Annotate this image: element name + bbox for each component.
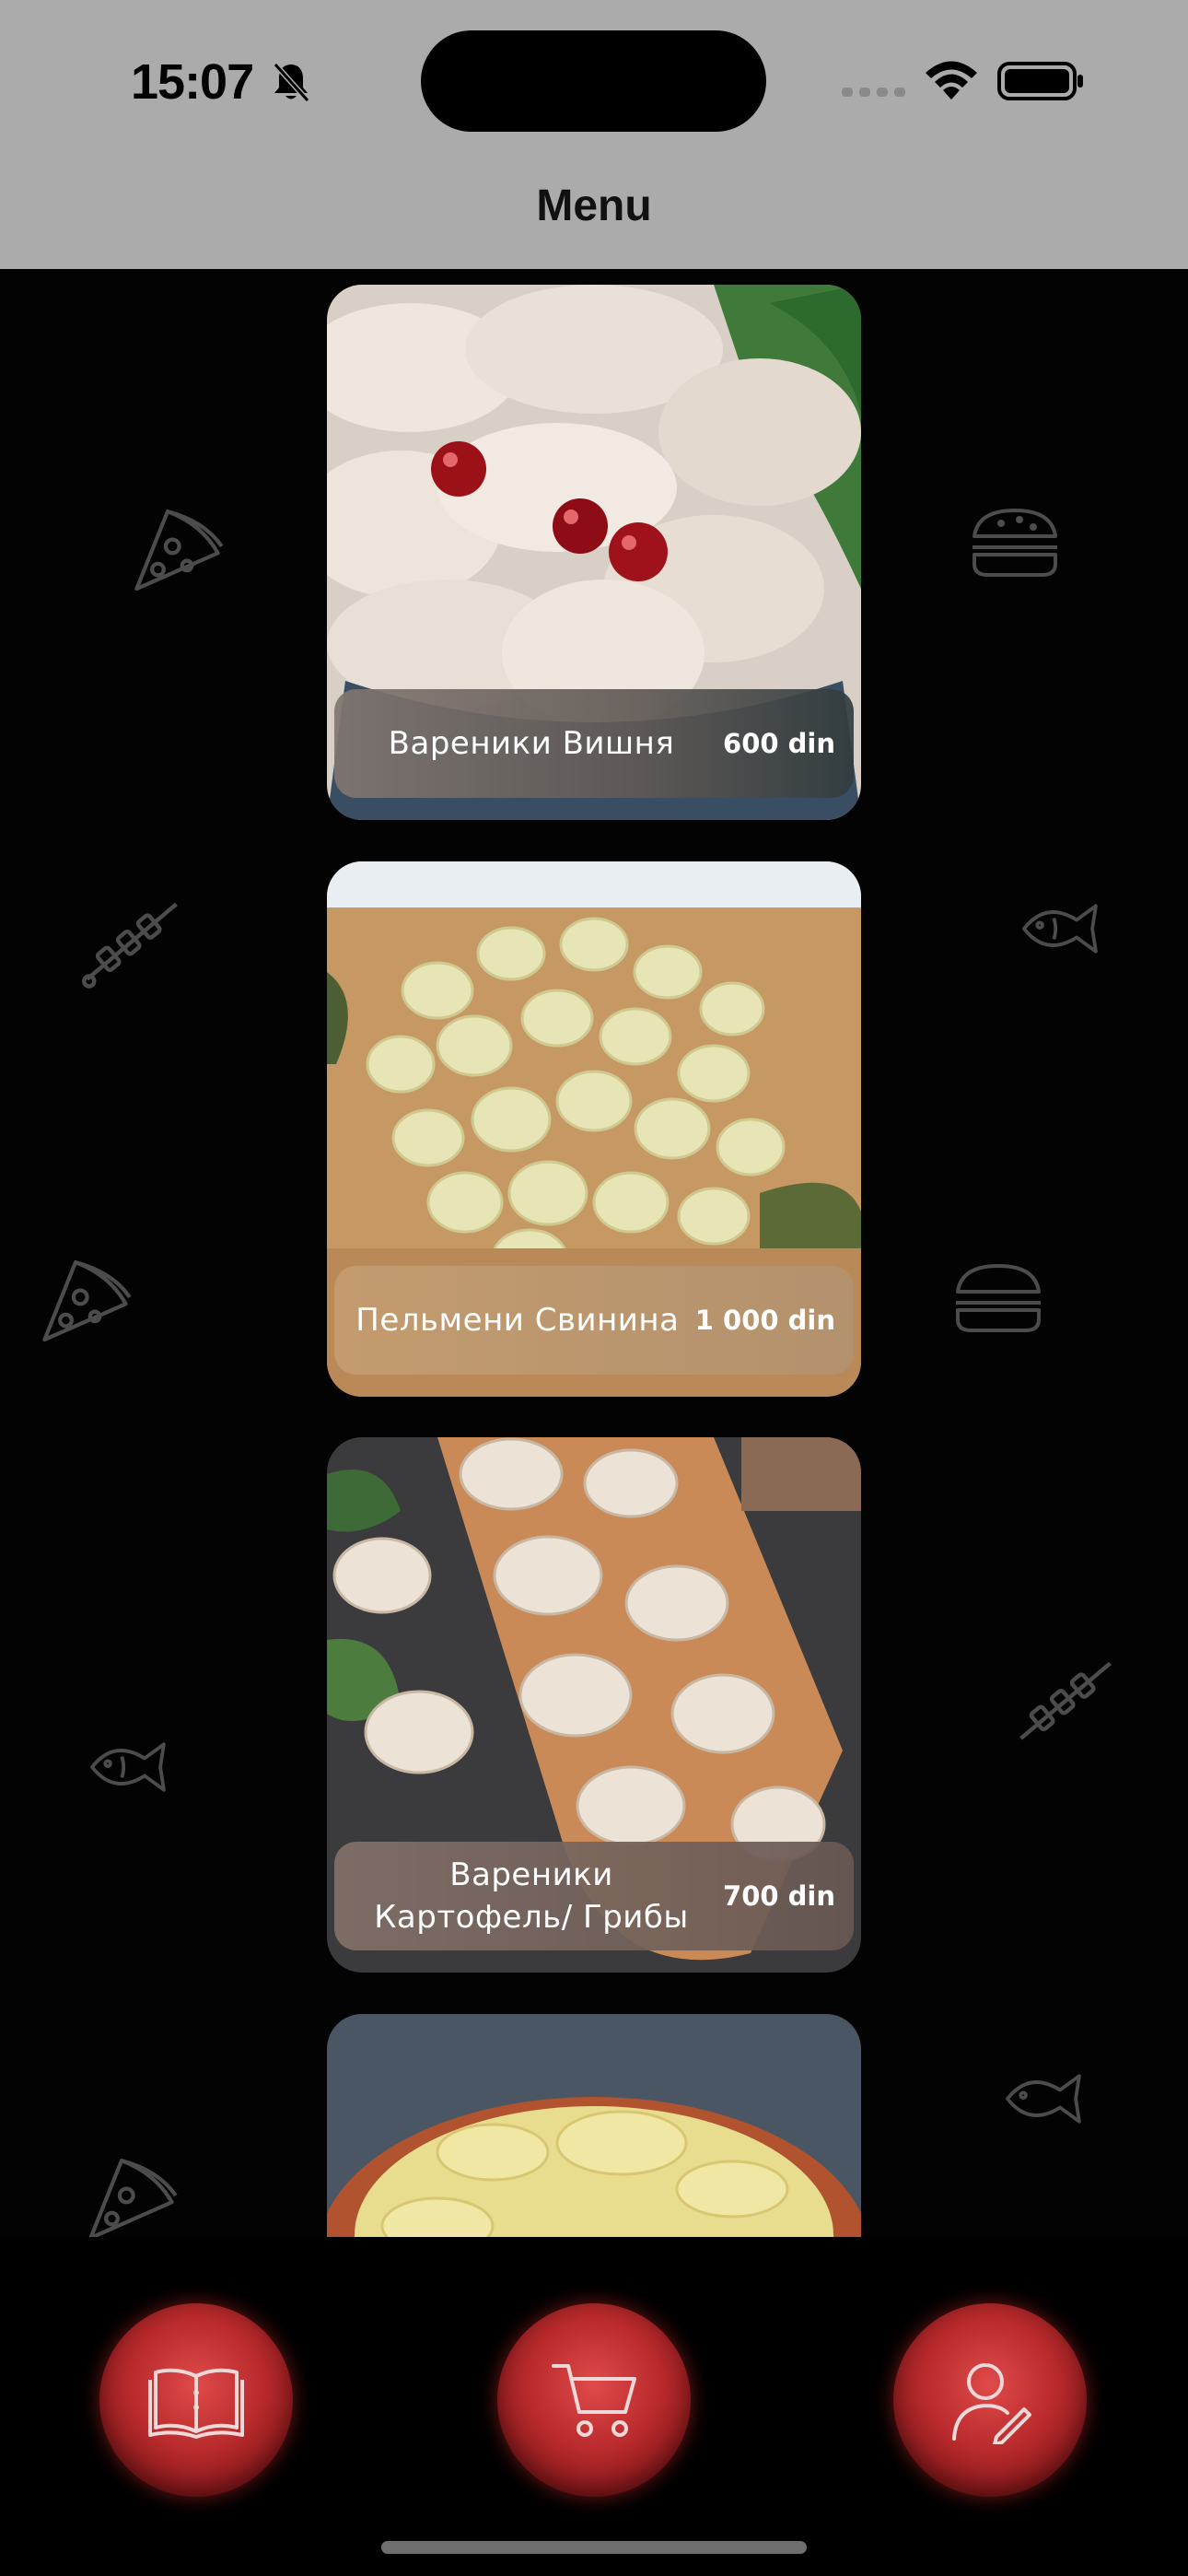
cart-tab-button[interactable] bbox=[497, 2303, 691, 2497]
item-price: 1 000 din bbox=[694, 1305, 835, 1336]
item-name: Вареники Картофель/ Грибы bbox=[374, 1856, 689, 1936]
tab-bar bbox=[0, 2237, 1188, 2576]
cellular-signal-icon bbox=[842, 88, 905, 97]
dynamic-island bbox=[421, 30, 766, 132]
item-label-bar: Пельмени Свинина 1 000 din bbox=[334, 1266, 854, 1375]
food-photo bbox=[327, 2014, 861, 2237]
status-nav-bar: 15:07 Menu bbox=[0, 0, 1188, 269]
status-time: 15:07 bbox=[131, 54, 254, 110]
page-title: Menu bbox=[536, 181, 652, 230]
menu-item-card[interactable]: Вареники Картофель/ Грибы 700 din bbox=[327, 1437, 861, 1973]
profile-tab-button[interactable] bbox=[893, 2303, 1087, 2497]
item-name: Пельмени Свинина bbox=[355, 1302, 680, 1339]
menu-list[interactable]: Вареники Вишня 600 din Пельмени Свинина … bbox=[0, 269, 1188, 2237]
item-label-bar: Вареники Вишня 600 din bbox=[334, 689, 854, 798]
menu-item-card[interactable]: Пельмени Свинина 1 000 din bbox=[327, 861, 861, 1397]
menu-item-card[interactable] bbox=[327, 2014, 861, 2237]
wifi-icon bbox=[926, 61, 977, 100]
item-price: 700 din bbox=[723, 1880, 835, 1912]
item-price: 600 din bbox=[723, 728, 835, 759]
profile-edit-icon bbox=[952, 2363, 1031, 2444]
battery-icon bbox=[997, 62, 1083, 100]
home-indicator bbox=[381, 2541, 807, 2554]
cart-icon bbox=[552, 2364, 636, 2437]
menu-tab-button[interactable] bbox=[99, 2303, 293, 2497]
menu-book-icon bbox=[148, 2368, 244, 2439]
item-label-bar: Вареники Картофель/ Грибы 700 din bbox=[334, 1842, 854, 1950]
item-name: Вареники Вишня bbox=[388, 725, 675, 762]
menu-item-card[interactable]: Вареники Вишня 600 din bbox=[327, 285, 861, 820]
bell-slash-icon bbox=[273, 62, 310, 103]
